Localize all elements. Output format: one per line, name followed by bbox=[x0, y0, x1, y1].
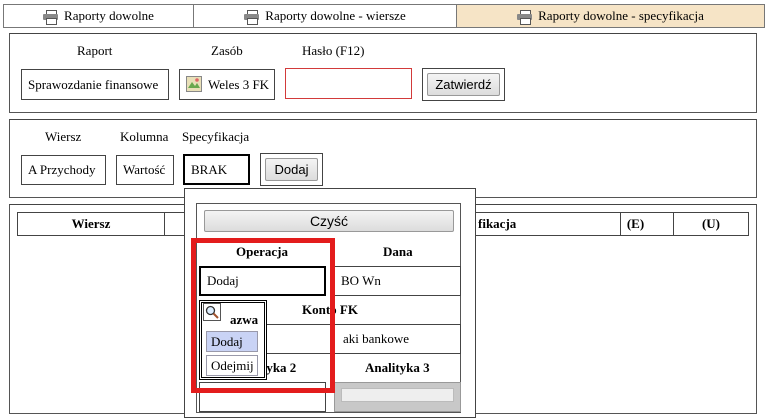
analityka-3-inner bbox=[341, 388, 454, 402]
wiersz-label: Wiersz bbox=[45, 129, 82, 144]
raport-field[interactable]: Sprawozdanie finansowe bbox=[21, 69, 169, 100]
analityka-3-label: Analityka 3 bbox=[365, 360, 430, 375]
printer-icon bbox=[244, 9, 260, 25]
col-header-e: (E) bbox=[598, 213, 674, 235]
confirm-button[interactable]: Zatwierdź bbox=[427, 73, 500, 96]
add-button[interactable]: Dodaj bbox=[265, 158, 318, 181]
tab-raporty-dowolne-wiersze[interactable]: Raporty dowolne - wiersze bbox=[193, 4, 457, 28]
col-header-wiersz: Wiersz bbox=[18, 213, 165, 235]
dropdown-option-odejmij[interactable]: Odejmij bbox=[206, 355, 258, 376]
tab-raporty-dowolne[interactable]: Raporty dowolne bbox=[3, 4, 194, 28]
kolumna-field[interactable]: Wartość bbox=[116, 155, 174, 185]
kolumna-label: Kolumna bbox=[120, 129, 169, 144]
haslo-input[interactable] bbox=[285, 68, 412, 99]
dropdown-header: azwa bbox=[230, 312, 259, 327]
zasob-label: Zasób bbox=[211, 43, 243, 58]
tab-label: Raporty dowolne - wiersze bbox=[265, 8, 406, 23]
printer-icon bbox=[517, 9, 533, 25]
search-icon[interactable] bbox=[203, 303, 221, 321]
dana-label: Dana bbox=[383, 244, 413, 259]
col-header-u: (U) bbox=[701, 216, 721, 231]
konto-fk-value: aki bankowe bbox=[343, 331, 410, 346]
analityka-2-field[interactable] bbox=[199, 382, 326, 412]
raport-label: Raport bbox=[77, 43, 113, 58]
specyfikacja-field[interactable]: BRAK bbox=[183, 154, 250, 185]
zasob-value: Weles 3 FK bbox=[208, 76, 270, 92]
operacja-label: Operacja bbox=[236, 244, 288, 259]
analityka-2-label: tyka 2 bbox=[262, 360, 297, 375]
tab-raporty-dowolne-specyfikacja[interactable]: Raporty dowolne - specyfikacja bbox=[456, 4, 765, 28]
tab-label: Raporty dowolne - specyfikacja bbox=[538, 8, 704, 23]
haslo-label: Hasło (F12) bbox=[302, 43, 365, 58]
dropdown-option-dodaj[interactable]: Dodaj bbox=[206, 331, 258, 352]
clear-button[interactable]: Czyść bbox=[204, 210, 454, 232]
konto-fk-field[interactable]: aki bankowe bbox=[250, 324, 461, 354]
specyfikacja-label: Specyfikacja bbox=[182, 129, 250, 144]
dana-field[interactable]: BO Wn bbox=[334, 266, 461, 296]
printer-icon bbox=[43, 9, 59, 25]
wiersz-field[interactable]: A Przychody bbox=[21, 155, 106, 185]
database-icon bbox=[186, 76, 202, 92]
tab-label: Raporty dowolne bbox=[64, 8, 154, 23]
konto-fk-label: Konto FK bbox=[302, 302, 358, 317]
operacja-field[interactable]: Dodaj bbox=[199, 266, 326, 296]
